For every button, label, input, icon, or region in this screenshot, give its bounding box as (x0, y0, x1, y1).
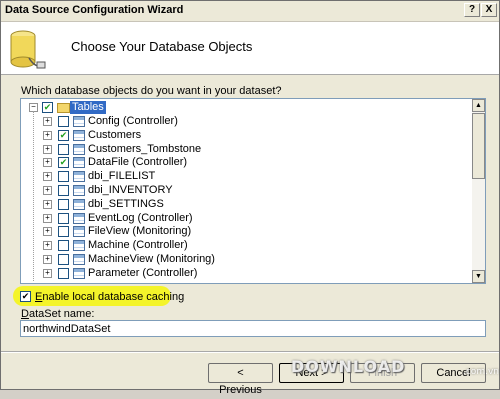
tree-item-label: FileView (Monitoring) (88, 225, 192, 238)
tree-item[interactable]: + EventLog (Controller) (21, 212, 467, 226)
previous-button[interactable]: < Previous (208, 363, 273, 396)
help-button[interactable]: ? (464, 3, 480, 17)
table-icon (73, 212, 85, 224)
table-icon (73, 254, 85, 265)
tree-item[interactable]: + DataFile (Controller) (21, 156, 467, 170)
tree-item-checkbox[interactable] (58, 198, 69, 210)
table-icon (73, 185, 85, 196)
tree-item-checkbox[interactable] (58, 254, 69, 265)
tree-item-label: Config (Controller) (88, 115, 178, 127)
tree-item-checkbox[interactable] (58, 157, 69, 169)
expand-icon[interactable]: + (43, 158, 52, 168)
dataset-name-label: DataSet name: (21, 308, 95, 320)
tree-item[interactable]: + Customers_Tombstone (21, 143, 467, 157)
expand-icon[interactable]: + (43, 172, 52, 182)
header-band: Choose Your Database Objects (1, 22, 499, 75)
tree-item-checkbox[interactable] (58, 267, 69, 279)
tree-item[interactable]: + dbi_INVENTORY (21, 184, 467, 198)
cancel-button[interactable]: Cancel (421, 363, 486, 383)
tree-item-label: Customers (88, 128, 142, 141)
table-icon (73, 240, 85, 252)
tree-item-label: dbi_INVENTORY (88, 184, 173, 196)
next-button[interactable]: Next > (279, 363, 344, 383)
tables-label: Tables (70, 101, 106, 114)
scroll-down-button[interactable]: ▼ (472, 270, 485, 283)
tree-item[interactable]: + Machine (Controller) (21, 239, 467, 253)
tree-item[interactable]: + Customers (21, 129, 467, 143)
expand-icon[interactable]: + (43, 199, 52, 209)
tree-item-label: MachineView (Monitoring) (88, 253, 215, 265)
tree-item-checkbox[interactable] (58, 143, 69, 155)
tree-item-label: Parameter (Controller) (88, 266, 198, 279)
tree-item-checkbox[interactable] (58, 171, 69, 183)
tree-item[interactable]: + Config (Controller) (21, 115, 467, 129)
tree-item-label: EventLog (Controller) (88, 211, 193, 224)
enable-caching-checkbox[interactable] (20, 291, 31, 302)
window-title: Data Source Configuration Wizard (5, 4, 184, 16)
table-icon (73, 226, 85, 238)
table-icon (73, 157, 85, 169)
tables-checkbox[interactable] (42, 102, 53, 113)
page-title: Choose Your Database Objects (71, 39, 253, 54)
folder-icon (57, 103, 70, 113)
finish-button[interactable]: Finish (350, 363, 415, 383)
tree-item-checkbox[interactable] (58, 226, 69, 238)
table-icon (73, 267, 85, 279)
database-icon (10, 30, 46, 69)
scroll-thumb[interactable] (472, 113, 485, 179)
tree-item-label: DataFile (Controller) (88, 156, 188, 169)
title-bar: Data Source Configuration Wizard ? X (1, 1, 499, 22)
dataset-name-input[interactable] (20, 320, 486, 337)
expand-icon[interactable]: + (43, 130, 52, 140)
tree-item-checkbox[interactable] (58, 240, 69, 252)
database-objects-tree[interactable]: − Tables +Config (Controller)+Customers+… (20, 98, 486, 284)
footer-separator (1, 351, 499, 353)
close-button[interactable]: X (481, 3, 497, 17)
tree-scrollbar[interactable]: ▲ ▼ (472, 99, 485, 283)
tree-item[interactable]: + FileView (Monitoring) (21, 225, 467, 239)
tree-item[interactable]: + Parameter (Controller) (21, 267, 467, 281)
expand-icon[interactable]: + (43, 117, 52, 126)
tree-item[interactable]: + MachineView (Monitoring) (21, 253, 467, 267)
expand-icon[interactable]: + (43, 268, 52, 278)
tree-item-checkbox[interactable] (58, 129, 69, 141)
expand-icon[interactable]: + (43, 213, 52, 223)
tree-item-checkbox[interactable] (58, 212, 69, 224)
expand-icon[interactable]: + (43, 144, 52, 154)
expand-icon[interactable]: + (43, 241, 52, 251)
tree-item[interactable]: + dbi_FILELIST (21, 170, 467, 184)
tree-item-checkbox[interactable] (58, 185, 69, 196)
tree-item-label: Machine (Controller) (88, 239, 188, 252)
tree-item-label: dbi_SETTINGS (88, 197, 164, 210)
tree-root-tables[interactable]: − Tables (21, 101, 467, 115)
expand-icon[interactable]: + (43, 227, 52, 237)
table-icon (73, 129, 85, 141)
tree-prompt-label: Which database objects do you want in yo… (21, 85, 282, 97)
tree-item-label: dbi_FILELIST (88, 170, 156, 183)
table-icon (73, 143, 85, 155)
table-icon (73, 198, 85, 210)
expand-icon[interactable]: + (43, 255, 52, 264)
tree-item-label: Customers_Tombstone (88, 142, 202, 155)
table-icon (73, 116, 85, 127)
tree-item-checkbox[interactable] (58, 116, 69, 127)
table-icon (73, 171, 85, 183)
enable-caching-label[interactable]: Enable local database caching (35, 291, 184, 303)
tree-item[interactable]: + dbi_SETTINGS (21, 198, 467, 212)
wizard-window: Data Source Configuration Wizard ? X Cho… (0, 0, 500, 396)
scroll-up-button[interactable]: ▲ (472, 99, 485, 112)
expand-icon[interactable]: + (43, 186, 52, 195)
